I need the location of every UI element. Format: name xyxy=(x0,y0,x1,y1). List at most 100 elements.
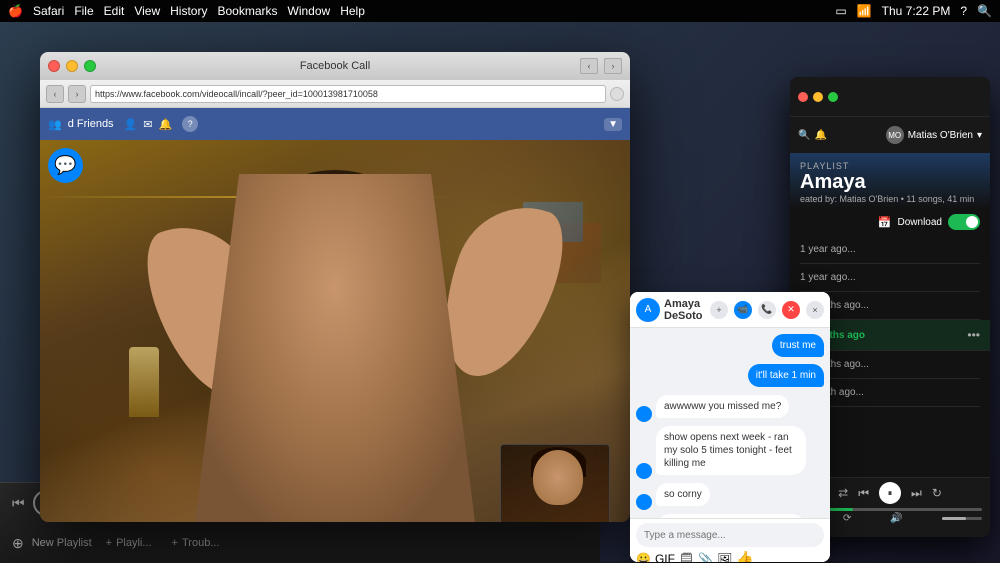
sp-volume-icon[interactable]: 🔊 xyxy=(890,513,902,524)
sp-next-btn[interactable]: ⏭ xyxy=(911,486,922,501)
sp-pause-icon: ⏸ xyxy=(888,488,893,499)
spotify-user[interactable]: MO Matias O'Brien ▾ xyxy=(886,126,982,144)
emoji-bar: 😀 GIF 🗒 📎 🖼 👍 xyxy=(636,550,824,562)
track-time-2: 1 year ago... xyxy=(800,272,856,283)
maximize-button[interactable] xyxy=(84,60,96,72)
sp-repeat-btn[interactable]: ↻ xyxy=(932,486,942,500)
window-controls[interactable] xyxy=(48,60,96,72)
fb-icon-3[interactable]: 🔔 xyxy=(158,118,172,131)
menu-history[interactable]: History xyxy=(170,4,207,18)
spotify-window-controls[interactable] xyxy=(798,92,838,102)
sp-volume-fill xyxy=(942,517,966,520)
playlist-header: PLAYLIST Amaya eated by: Matias O'Brien … xyxy=(790,153,990,208)
plus-icon-2: + xyxy=(172,537,178,549)
messenger-icon-overlay[interactable]: 💬 xyxy=(48,148,83,183)
user-avatar: MO xyxy=(886,126,904,144)
message-input[interactable] xyxy=(636,523,824,547)
image-icon[interactable]: 🖼 xyxy=(717,552,732,563)
refresh-btn[interactable] xyxy=(610,87,624,101)
playlist-row: ⊕ New Playlist + Playli... + Troub... xyxy=(0,523,600,563)
sp-maximize-btn[interactable] xyxy=(828,92,838,102)
playlist-title: Amaya xyxy=(800,171,980,194)
contact-name: Amaya DeSoto xyxy=(664,298,706,322)
apple-menu[interactable]: 🍎 xyxy=(8,4,23,18)
playlist-label-1: Playli... xyxy=(116,537,151,549)
sp-close-btn[interactable] xyxy=(798,92,808,102)
user-name: Matias O'Brien xyxy=(908,130,973,141)
sp-prev-btn[interactable]: ⏮ xyxy=(858,486,869,501)
received-message-row: show opens next week - ran my solo 5 tim… xyxy=(636,426,824,479)
playlist-label-2: Troub... xyxy=(182,537,220,549)
message-bubble: show opens next week - ran my solo 5 tim… xyxy=(656,426,806,475)
video-call-btn[interactable]: 📹 xyxy=(734,301,752,319)
sp-devices-icon[interactable]: ⟳ xyxy=(843,513,851,524)
download-row: 📅 Download xyxy=(790,208,990,236)
playlist-type: PLAYLIST xyxy=(800,161,980,171)
more-btn[interactable]: × xyxy=(806,301,824,319)
contact-small-avatar xyxy=(636,494,652,510)
add-playlist-icon[interactable]: ⊕ xyxy=(12,535,24,552)
playlist-item-2[interactable]: + Troub... xyxy=(166,535,226,551)
menu-file[interactable]: File xyxy=(74,4,93,18)
message-bubble: trust me xyxy=(772,334,824,357)
video-area: 💬 xyxy=(40,140,630,522)
video-background: 💬 xyxy=(40,140,630,522)
playlist-meta: eated by: Matias O'Brien • 11 songs, 41 … xyxy=(800,194,980,204)
prev-button[interactable]: ‹ xyxy=(580,58,598,74)
sp-shuffle-btn[interactable]: ⇄ xyxy=(838,486,848,500)
received-message-row: so ... what did you want to show me? xyxy=(636,514,824,518)
sticker-icon[interactable]: 🗒 xyxy=(679,552,694,563)
lamp xyxy=(129,347,159,417)
spotify-nav: 🔍 🔔 MO Matias O'Brien ▾ xyxy=(790,117,990,153)
attach-icon[interactable]: 📎 xyxy=(698,552,713,563)
fb-icon-1[interactable]: 👤 xyxy=(124,118,138,131)
spotify-titlebar xyxy=(790,77,990,117)
sp-play-btn[interactable]: ⏸ xyxy=(879,482,901,504)
battery-icon: ? xyxy=(960,4,967,18)
menu-bookmarks[interactable]: Bookmarks xyxy=(217,4,277,18)
fb-icon-2[interactable]: ✉ xyxy=(143,118,152,131)
message-bubble: so corny xyxy=(656,483,710,506)
search-icon[interactable]: 🔍 xyxy=(977,4,992,18)
phone-btn[interactable]: 📞 xyxy=(758,301,776,319)
add-people-btn[interactable]: + xyxy=(710,301,728,319)
close-chat-btn[interactable]: ✕ xyxy=(782,301,800,319)
calendar-icon: 📅 xyxy=(878,216,892,229)
sp-bell-icon[interactable]: 🔔 xyxy=(814,130,826,141)
prev-track-btn[interactable]: ⏮ xyxy=(12,495,25,512)
message-bubble: awwwww you missed me? xyxy=(656,395,789,418)
track-item[interactable]: 1 year ago... xyxy=(800,264,980,292)
track-item[interactable]: 1 year ago... xyxy=(800,236,980,264)
sp-volume-bar[interactable] xyxy=(942,517,982,520)
track-more-icon[interactable]: ••• xyxy=(967,328,980,342)
menu-window[interactable]: Window xyxy=(288,4,331,18)
menu-help[interactable]: Help xyxy=(340,4,365,18)
menu-edit[interactable]: Edit xyxy=(104,4,125,18)
emoji-icon[interactable]: 😀 xyxy=(636,552,651,563)
url-bar[interactable]: https://www.facebook.com/videocall/incal… xyxy=(90,85,606,103)
menu-view[interactable]: View xyxy=(134,4,160,18)
minimize-button[interactable] xyxy=(66,60,78,72)
fb-friends-bar: 👥 d Friends 👤 ✉ 🔔 ? ▼ xyxy=(40,108,630,140)
chat-action-icons: + 📹 📞 ✕ × xyxy=(710,301,824,319)
wifi-icon: 📶 xyxy=(857,4,872,18)
sp-minimize-btn[interactable] xyxy=(813,92,823,102)
fb-help-icon[interactable]: ? xyxy=(182,116,198,132)
playlist-item-1[interactable]: + Playli... xyxy=(100,535,158,551)
menubar: 🍎 Safari File Edit View History Bookmark… xyxy=(0,0,1000,22)
menu-safari[interactable]: Safari xyxy=(33,4,64,18)
chat-body: trust me it'll take 1 min awwwww you mis… xyxy=(630,328,830,518)
sp-search-icon[interactable]: 🔍 xyxy=(798,130,810,141)
download-toggle[interactable] xyxy=(948,214,980,230)
forward-btn[interactable]: › xyxy=(68,85,86,103)
close-button[interactable] xyxy=(48,60,60,72)
contact-avatar: A xyxy=(636,298,660,322)
fb-expand-btn[interactable]: ▼ xyxy=(604,118,622,131)
next-button[interactable]: › xyxy=(604,58,622,74)
fb-toolbar: ‹ › https://www.facebook.com/videocall/i… xyxy=(40,80,630,108)
like-icon[interactable]: 👍 xyxy=(736,550,753,562)
back-btn[interactable]: ‹ xyxy=(46,85,64,103)
new-playlist-label[interactable]: New Playlist xyxy=(32,537,92,549)
gif-icon[interactable]: GIF xyxy=(655,552,675,563)
chat-header: A Amaya DeSoto + 📹 📞 ✕ × xyxy=(630,292,830,328)
